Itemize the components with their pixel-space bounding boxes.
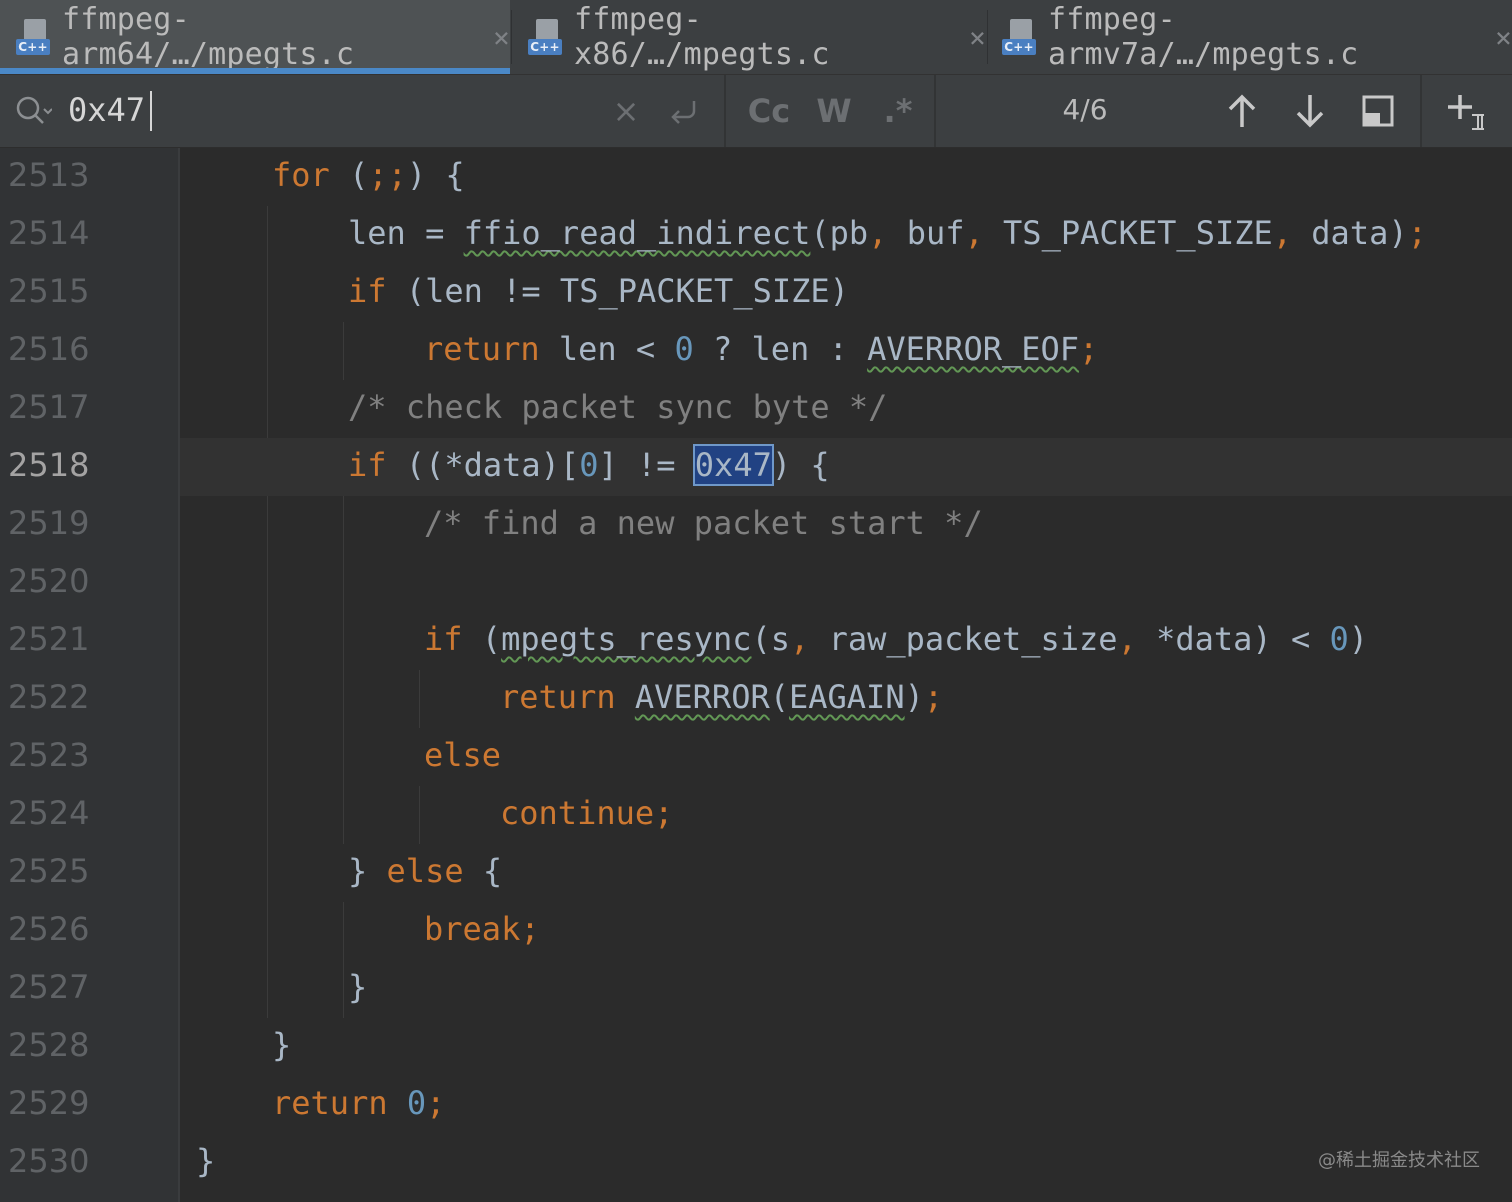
code-text: } else { — [348, 852, 503, 890]
code-text: return AVERROR(EAGAIN); — [500, 678, 944, 716]
code-text: return 0; — [272, 1084, 446, 1122]
code-text: else — [424, 736, 502, 774]
code-line[interactable]: 2530 } — [0, 1134, 1512, 1192]
line-number: 2528 — [8, 1026, 90, 1064]
cpp-file-icon: C++ — [14, 17, 52, 57]
code-line[interactable]: 2525 } else { — [0, 844, 1512, 902]
clear-search-icon[interactable]: × — [608, 89, 644, 133]
line-number: 2515 — [8, 272, 90, 310]
close-icon[interactable]: × — [1495, 21, 1512, 54]
editor-tab-bar: C++ ffmpeg-arm64/…/mpegts.c × C++ ffmpeg… — [0, 0, 1512, 75]
code-text: } — [348, 968, 368, 1006]
close-icon[interactable]: × — [969, 21, 986, 54]
code-line[interactable]: 2516 return len < 0 ? len : AVERROR_EOF; — [0, 322, 1512, 380]
code-text: for (;;) { — [272, 156, 465, 194]
search-match-highlight: 0x47 — [692, 444, 774, 486]
arrow-down-icon[interactable] — [1290, 91, 1330, 131]
code-text: break; — [424, 910, 540, 948]
line-number: 2514 — [8, 214, 90, 252]
tab-label: ffmpeg-x86/…/mpegts.c — [574, 2, 830, 72]
cpp-file-icon: C++ — [526, 17, 564, 57]
tab-ffmpeg-x86-mpegts[interactable]: C++ ffmpeg-x86/…/mpegts.c × — [512, 0, 986, 74]
text-caret — [150, 91, 152, 131]
regex-button[interactable]: .* — [876, 89, 920, 133]
new-line-icon[interactable] — [664, 89, 704, 133]
whole-words-button[interactable]: W — [812, 89, 856, 133]
line-number: 2516 — [8, 330, 90, 368]
code-comment: /* find a new packet start */ — [424, 504, 983, 542]
code-text: return len < 0 ? len : AVERROR_EOF; — [424, 330, 1099, 368]
code-line[interactable]: 2515 if (len != TS_PACKET_SIZE) — [0, 264, 1512, 322]
line-number: 2518 — [8, 446, 90, 484]
code-line[interactable]: 2519 /* find a new packet start */ — [0, 496, 1512, 554]
tab-label: ffmpeg-armv7a/…/mpegts.c — [1048, 2, 1359, 72]
code-text: len = ffio_read_indirect(pb, buf, TS_PAC… — [348, 214, 1427, 252]
add-selection-icon[interactable] — [1446, 91, 1492, 131]
find-bar: × Cc W .* 4/6 — [0, 75, 1512, 148]
code-text: if (mpegts_resync(s, raw_packet_size, *d… — [424, 620, 1369, 658]
line-number: 2523 — [8, 736, 90, 774]
code-line[interactable]: 2523 else — [0, 728, 1512, 786]
match-case-button[interactable]: Cc — [744, 89, 794, 133]
search-icon[interactable] — [12, 91, 52, 131]
code-line[interactable]: 2522 return AVERROR(EAGAIN); — [0, 670, 1512, 728]
close-icon[interactable]: × — [493, 21, 510, 54]
tab-ffmpeg-armv7a-mpegts[interactable]: C++ ffmpeg-armv7a/…/mpegts.c × — [988, 0, 1512, 74]
line-number: 2520 — [8, 562, 90, 600]
code-line[interactable]: 2527 } — [0, 960, 1512, 1018]
code-line[interactable]: 2521 if (mpegts_resync(s, raw_packet_siz… — [0, 612, 1512, 670]
arrow-up-icon[interactable] — [1222, 91, 1262, 131]
tab-ffmpeg-arm64-mpegts[interactable]: C++ ffmpeg-arm64/…/mpegts.c × — [0, 0, 510, 74]
code-text: continue; — [500, 794, 674, 832]
line-number: 2517 — [8, 388, 90, 426]
match-counter: 4/6 — [1062, 93, 1108, 126]
code-line[interactable]: 2513 for (;;) { — [0, 148, 1512, 206]
search-input[interactable] — [68, 87, 588, 133]
code-editor[interactable]: 2513 for (;;) { 2514 len = ffio_read_ind… — [0, 148, 1512, 1202]
code-line[interactable]: 2524 continue; — [0, 786, 1512, 844]
code-text: } — [196, 1142, 216, 1180]
code-text: if (len != TS_PACKET_SIZE) — [348, 272, 849, 310]
code-line[interactable]: 2529 return 0; — [0, 1076, 1512, 1134]
tab-label: ffmpeg-arm64/…/mpegts.c — [62, 2, 355, 72]
line-number: 2530 — [8, 1142, 90, 1180]
code-line[interactable]: 2517 /* check packet sync byte */ — [0, 380, 1512, 438]
line-number: 2522 — [8, 678, 90, 716]
line-number: 2513 — [8, 156, 90, 194]
code-text: if ((*data)[0] != 0x47) { — [348, 444, 830, 486]
watermark: @稀土掘金技术社区 — [1318, 1150, 1480, 1171]
line-number: 2525 — [8, 852, 90, 890]
code-line[interactable]: 2520 — [0, 554, 1512, 612]
code-line-current[interactable]: 2518 if ((*data)[0] != 0x47) { — [0, 438, 1512, 496]
cpp-file-icon: C++ — [1000, 17, 1038, 57]
select-all-occurrences-icon[interactable] — [1358, 91, 1398, 131]
code-text: } — [272, 1026, 292, 1064]
line-number: 2526 — [8, 910, 90, 948]
line-number: 2527 — [8, 968, 90, 1006]
code-line[interactable]: 2528 } — [0, 1018, 1512, 1076]
code-line[interactable]: 2514 len = ffio_read_indirect(pb, buf, T… — [0, 206, 1512, 264]
line-number: 2521 — [8, 620, 90, 658]
line-number: 2529 — [8, 1084, 90, 1122]
code-line[interactable]: 2526 break; — [0, 902, 1512, 960]
line-number: 2524 — [8, 794, 90, 832]
code-comment: /* check packet sync byte */ — [348, 388, 888, 426]
line-number: 2519 — [8, 504, 90, 542]
